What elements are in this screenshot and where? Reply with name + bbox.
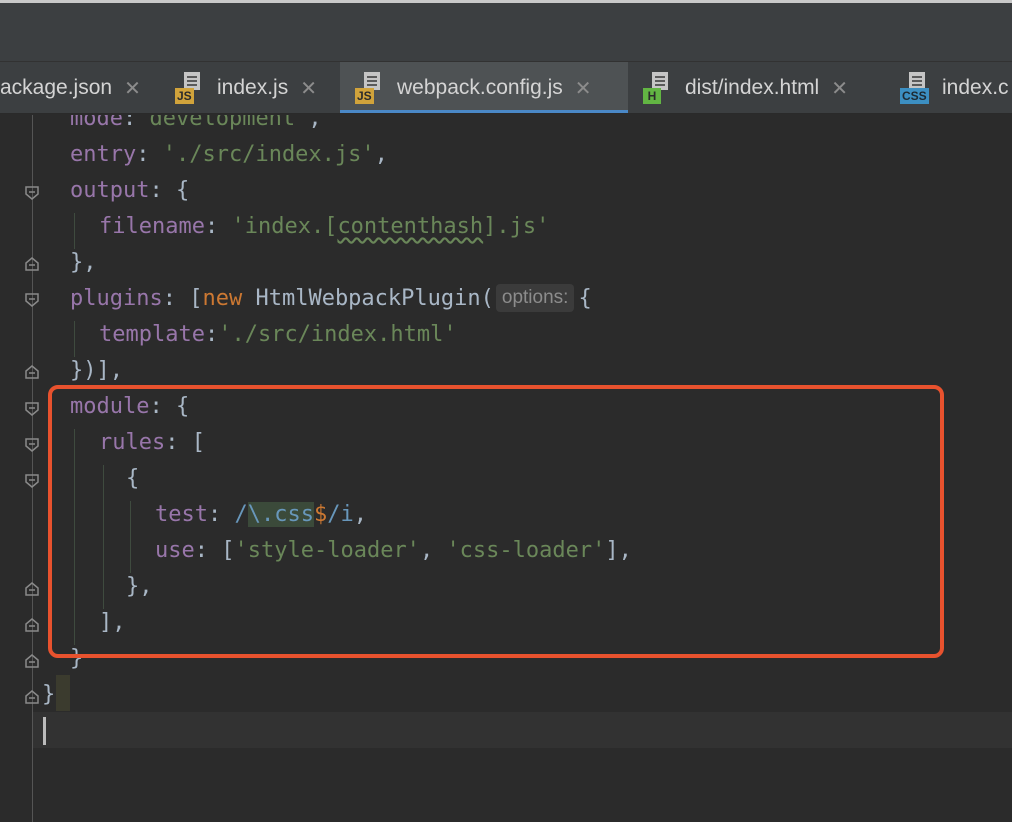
tab-label: dist/index.html: [685, 76, 820, 99]
close-icon[interactable]: ✕: [124, 76, 141, 101]
code-line: })],: [70, 358, 123, 383]
tab-package-json[interactable]: ackage.json ✕: [0, 62, 160, 113]
tab-dist-index-html[interactable]: H dist/index.html ✕: [643, 62, 883, 113]
code-line: },: [70, 250, 97, 275]
close-icon[interactable]: ✕: [575, 76, 592, 101]
code-line: filename: 'index.[contenthash].js': [99, 214, 550, 239]
indent-guide: [74, 213, 75, 249]
fold-close-icon[interactable]: [25, 618, 39, 632]
html-file-icon: H: [643, 72, 675, 104]
tab-label: ackage.json: [0, 76, 113, 99]
fold-open-icon[interactable]: [25, 186, 39, 200]
tab-label: index.c: [942, 76, 1009, 99]
fold-close-icon[interactable]: [25, 365, 39, 379]
parameter-hint: options:: [495, 284, 575, 312]
current-line-highlight: [33, 712, 1012, 748]
annotation-highlight-box: [48, 385, 944, 658]
fold-open-icon[interactable]: [25, 402, 39, 416]
js-file-icon: JS: [175, 72, 207, 104]
fold-close-icon[interactable]: [25, 690, 39, 704]
fold-close-icon[interactable]: [25, 582, 39, 596]
code-line: plugins: [new HtmlWebpackPlugin(options:…: [70, 284, 592, 312]
editor-tab-bar: ackage.json ✕ JS index.js ✕ JS webpack.c…: [0, 62, 1012, 114]
fold-close-icon[interactable]: [25, 654, 39, 668]
tab-webpack-config-js[interactable]: JS webpack.config.js ✕: [340, 62, 628, 113]
top-toolbar: [0, 0, 1012, 62]
css-file-icon: CSS: [900, 72, 932, 104]
code-line: mode:'development',: [70, 115, 322, 131]
fold-open-icon[interactable]: [25, 293, 39, 307]
fold-open-icon[interactable]: [25, 438, 39, 452]
code-line: template:'./src/index.html': [99, 322, 457, 347]
fold-close-icon[interactable]: [25, 257, 39, 271]
tab-label: webpack.config.js: [397, 76, 563, 99]
close-icon[interactable]: ✕: [831, 76, 848, 101]
code-line: output: {: [70, 178, 190, 203]
tab-index-js[interactable]: JS index.js ✕: [175, 62, 335, 113]
code-line: }: [42, 682, 56, 707]
text-caret: [43, 717, 46, 745]
js-file-icon: JS: [355, 72, 387, 104]
fold-open-icon[interactable]: [25, 474, 39, 488]
code-line: entry: './src/index.js',: [70, 142, 388, 167]
matching-brace-highlight: [56, 675, 70, 711]
tab-label: index.js: [217, 76, 289, 99]
indent-guide: [74, 321, 75, 357]
close-icon[interactable]: ✕: [300, 76, 317, 101]
tab-index-css[interactable]: CSS index.c: [900, 62, 1012, 113]
